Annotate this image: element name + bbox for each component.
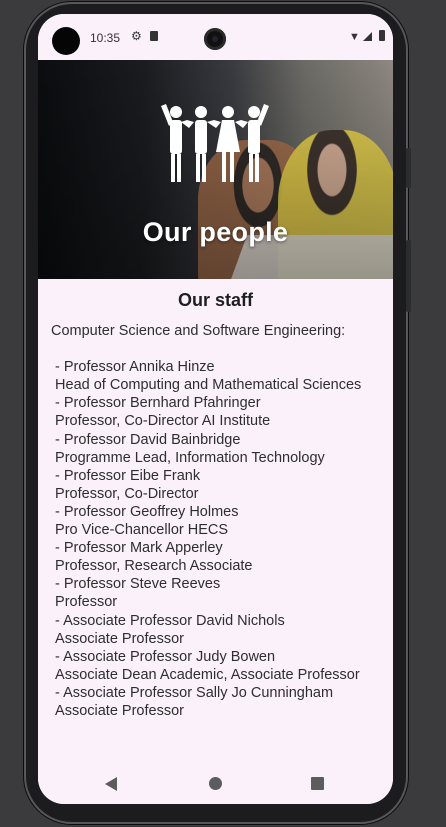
staff-section[interactable]: Our staff Computer Science and Software … [38, 279, 393, 762]
hero-title: Our people [142, 217, 289, 247]
sd-card-icon [150, 31, 158, 41]
volume-button [406, 148, 411, 188]
staff-list-text: Computer Science and Software Engineerin… [51, 323, 362, 719]
front-camera [204, 28, 226, 50]
back-icon[interactable] [105, 777, 117, 791]
status-time: 10:35 [90, 31, 121, 45]
recents-icon[interactable] [311, 777, 324, 790]
power-button [406, 240, 411, 312]
gear-icon: ⚙ [131, 29, 142, 43]
signal-icon [363, 32, 372, 41]
status-bar: 10:35 ⚙ ▼ [38, 14, 393, 60]
battery-icon [379, 30, 385, 41]
home-icon[interactable] [209, 777, 222, 790]
hero-banner: Our people [38, 60, 393, 279]
navigation-bar [38, 762, 393, 804]
camera-cutout [52, 27, 80, 55]
people-group-icon [161, 104, 269, 182]
wifi-icon: ▼ [349, 31, 360, 43]
app-screen: 10:35 ⚙ ▼ Our people Our staff Computer … [38, 14, 393, 804]
page-title: Our staff [177, 290, 253, 310]
